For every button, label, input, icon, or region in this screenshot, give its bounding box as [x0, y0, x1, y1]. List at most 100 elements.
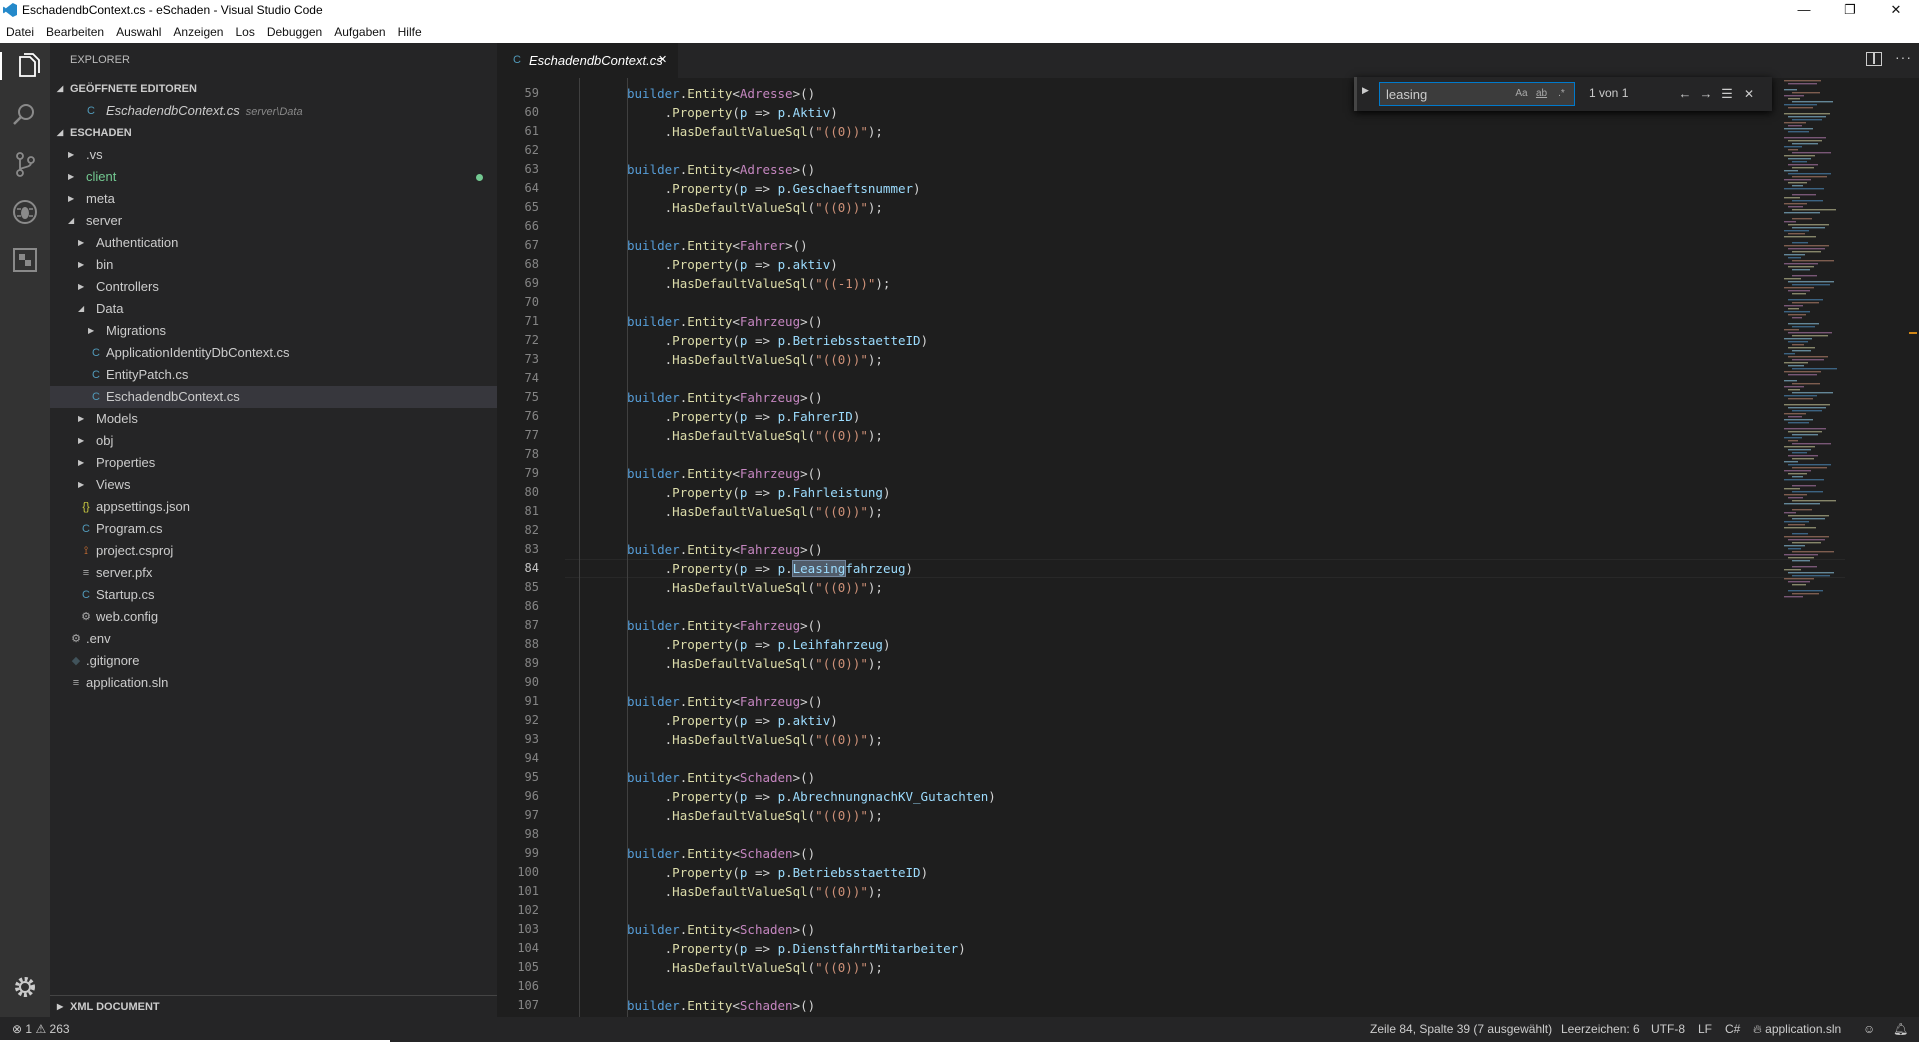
code-line: .HasDefaultValueSql("((-1))"); [664, 276, 891, 291]
tab-eschadendbcontext[interactable]: C EschadendbContext.cs ✕ [497, 43, 678, 78]
maximize-button[interactable]: ❐ [1827, 0, 1873, 21]
split-editor-icon[interactable] [1866, 52, 1882, 66]
line-number: 73 [524, 352, 539, 366]
next-match-icon[interactable]: → [1696, 83, 1716, 105]
code-line: .Property(p => p.Leihfahrzeug) [664, 637, 891, 652]
feedback-smiley-icon[interactable]: ☺ [1863, 1017, 1875, 1042]
project-section[interactable]: ◢ ESCHADEN [50, 122, 497, 144]
tree-item-eschadendbcontext-cs[interactable]: C EschadendbContext.cs [50, 386, 497, 408]
line-number: 96 [524, 789, 539, 803]
match-count: 1 von 1 [1589, 86, 1629, 100]
chevron-down-icon: ◢ [57, 84, 64, 93]
open-editors-section[interactable]: ◢ GEÖFFNETE EDITOREN [50, 78, 497, 100]
line-number: 89 [524, 656, 539, 670]
chevron-right-icon: ▶ [68, 172, 75, 181]
chevron-right-icon: ▶ [68, 194, 75, 203]
menu-anzeigen[interactable]: Anzeigen [173, 21, 223, 43]
tree-item-models[interactable]: ▶ Models [50, 408, 497, 430]
toggle-replace-icon[interactable]: ▶ [1362, 85, 1369, 96]
code-editor[interactable]: 5859606162636465666768697071727374757677… [497, 78, 1919, 1017]
tree-item-obj[interactable]: ▶ obj [50, 430, 497, 452]
tree-item-controllers[interactable]: ▶ Controllers [50, 276, 497, 298]
code-line: builder.Entity<Fahrzeug>() [627, 542, 823, 557]
line-number: 99 [524, 846, 539, 860]
tree-item-label: client [86, 169, 117, 184]
indentation[interactable]: Leerzeichen: 6 [1561, 1017, 1640, 1042]
problems-indicator[interactable]: ⊗ 1 ⚠ 263 [12, 1017, 70, 1042]
tree-item-authentication[interactable]: ▶ Authentication [50, 232, 497, 254]
tree-item-vs[interactable]: ▶ .vs [50, 144, 497, 166]
tree-item-properties[interactable]: ▶ Properties [50, 452, 497, 474]
menu-los[interactable]: Los [235, 21, 254, 43]
minimap[interactable] [1780, 78, 1900, 1017]
tree-item-meta[interactable]: ▶ meta [50, 188, 497, 210]
notifications-bell-icon[interactable]: 🔔︎ [1893, 1017, 1908, 1042]
extensions-icon[interactable] [11, 246, 39, 274]
tree-item-server[interactable]: ◢ server [50, 210, 497, 232]
tree-item-startup-cs[interactable]: C Startup.cs [50, 584, 497, 606]
explorer-icon[interactable] [0, 52, 50, 80]
menu-hilfe[interactable]: Hilfe [398, 21, 422, 43]
close-window-button[interactable]: ✕ [1873, 0, 1919, 21]
cursor-position[interactable]: Zeile 84, Spalte 39 (7 ausgewählt) [1370, 1017, 1552, 1042]
whole-word-icon[interactable]: ab [1533, 86, 1550, 102]
tree-item-data[interactable]: ◢ Data [50, 298, 497, 320]
code-line: .HasDefaultValueSql("((0))"); [664, 428, 883, 443]
menu-auswahl[interactable]: Auswahl [116, 21, 161, 43]
close-find-icon[interactable]: ✕ [1739, 83, 1759, 105]
tree-item-gitignore[interactable]: ◆ .gitignore [50, 650, 497, 672]
tree-item-client[interactable]: ▶ client [50, 166, 497, 188]
menu-debuggen[interactable]: Debuggen [267, 21, 322, 43]
tree-item-program-cs[interactable]: C Program.cs [50, 518, 497, 540]
solution-selector[interactable]: 🔥︎ application.sln [1753, 1017, 1841, 1042]
tree-item-appsettings-json[interactable]: {} appsettings.json [50, 496, 497, 518]
code-line: .Property(p => p.Aktiv) [664, 105, 838, 120]
find-input-box[interactable]: Aa ab .* [1379, 82, 1575, 106]
search-icon[interactable] [11, 101, 39, 129]
settings-gear-icon[interactable] [11, 973, 39, 1001]
tree-item-entitypatch-cs[interactable]: C EntityPatch.cs [50, 364, 497, 386]
menu-bearbeiten[interactable]: Bearbeiten [46, 21, 104, 43]
regex-icon[interactable]: .* [1553, 86, 1570, 102]
chevron-right-icon: ▶ [78, 480, 85, 489]
language-mode[interactable]: C# [1725, 1017, 1740, 1042]
tree-item-web-config[interactable]: ⚙ web.config [50, 606, 497, 628]
tree-item-project-csproj[interactable]: ⟟ project.csproj [50, 540, 497, 562]
tree-item-server-pfx[interactable]: ≡ server.pfx [50, 562, 497, 584]
tree-item-env[interactable]: ⚙ .env [50, 628, 497, 650]
scrollbar-find-marker [1909, 332, 1917, 334]
text-file-icon: ≡ [82, 567, 90, 579]
tab-close-icon[interactable]: ✕ [658, 43, 667, 78]
tree-item-bin[interactable]: ▶ bin [50, 254, 497, 276]
tree-item-label: application.sln [86, 675, 169, 690]
tree-item-migrations[interactable]: ▶ Migrations [50, 320, 497, 342]
previous-match-icon[interactable]: ← [1675, 83, 1695, 105]
config-file-icon: ⚙ [71, 633, 81, 645]
encoding[interactable]: UTF-8 [1651, 1017, 1685, 1042]
line-number: 92 [524, 713, 539, 727]
menu-datei[interactable]: Datei [6, 21, 34, 43]
source-control-icon[interactable] [11, 150, 39, 178]
open-editor-item[interactable]: C EschadendbContext.cs server\Data [50, 100, 497, 122]
minimize-button[interactable]: — [1781, 0, 1827, 21]
tree-item-label: Models [96, 411, 138, 426]
line-number: 95 [524, 770, 539, 784]
code-line: .Property(p => p.aktiv) [664, 257, 838, 272]
explorer-sidebar: EXPLORER ◢ GEÖFFNETE EDITOREN C Eschadend… [50, 43, 497, 1017]
xml-document-section[interactable]: ▶ XML DOCUMENT [50, 995, 497, 1017]
find-input[interactable] [1386, 83, 1506, 105]
tree-item-application-sln[interactable]: ≡ application.sln [50, 672, 497, 694]
find-in-selection-icon[interactable]: ☰ [1717, 83, 1737, 105]
line-number: 66 [524, 219, 539, 233]
tree-item-label: EntityPatch.cs [106, 367, 189, 382]
match-case-icon[interactable]: Aa [1513, 86, 1530, 102]
line-ending[interactable]: LF [1698, 1017, 1712, 1042]
warning-count: 263 [49, 1022, 70, 1036]
more-actions-icon[interactable]: ··· [1895, 49, 1912, 65]
tree-item-label: .vs [86, 147, 103, 162]
tree-item-applicationidentitydbcontext-cs[interactable]: C ApplicationIdentityDbContext.cs [50, 342, 497, 364]
csharp-file-icon: C [82, 523, 90, 535]
menu-aufgaben[interactable]: Aufgaben [334, 21, 385, 43]
tree-item-views[interactable]: ▶ Views [50, 474, 497, 496]
debug-icon[interactable] [11, 198, 39, 226]
